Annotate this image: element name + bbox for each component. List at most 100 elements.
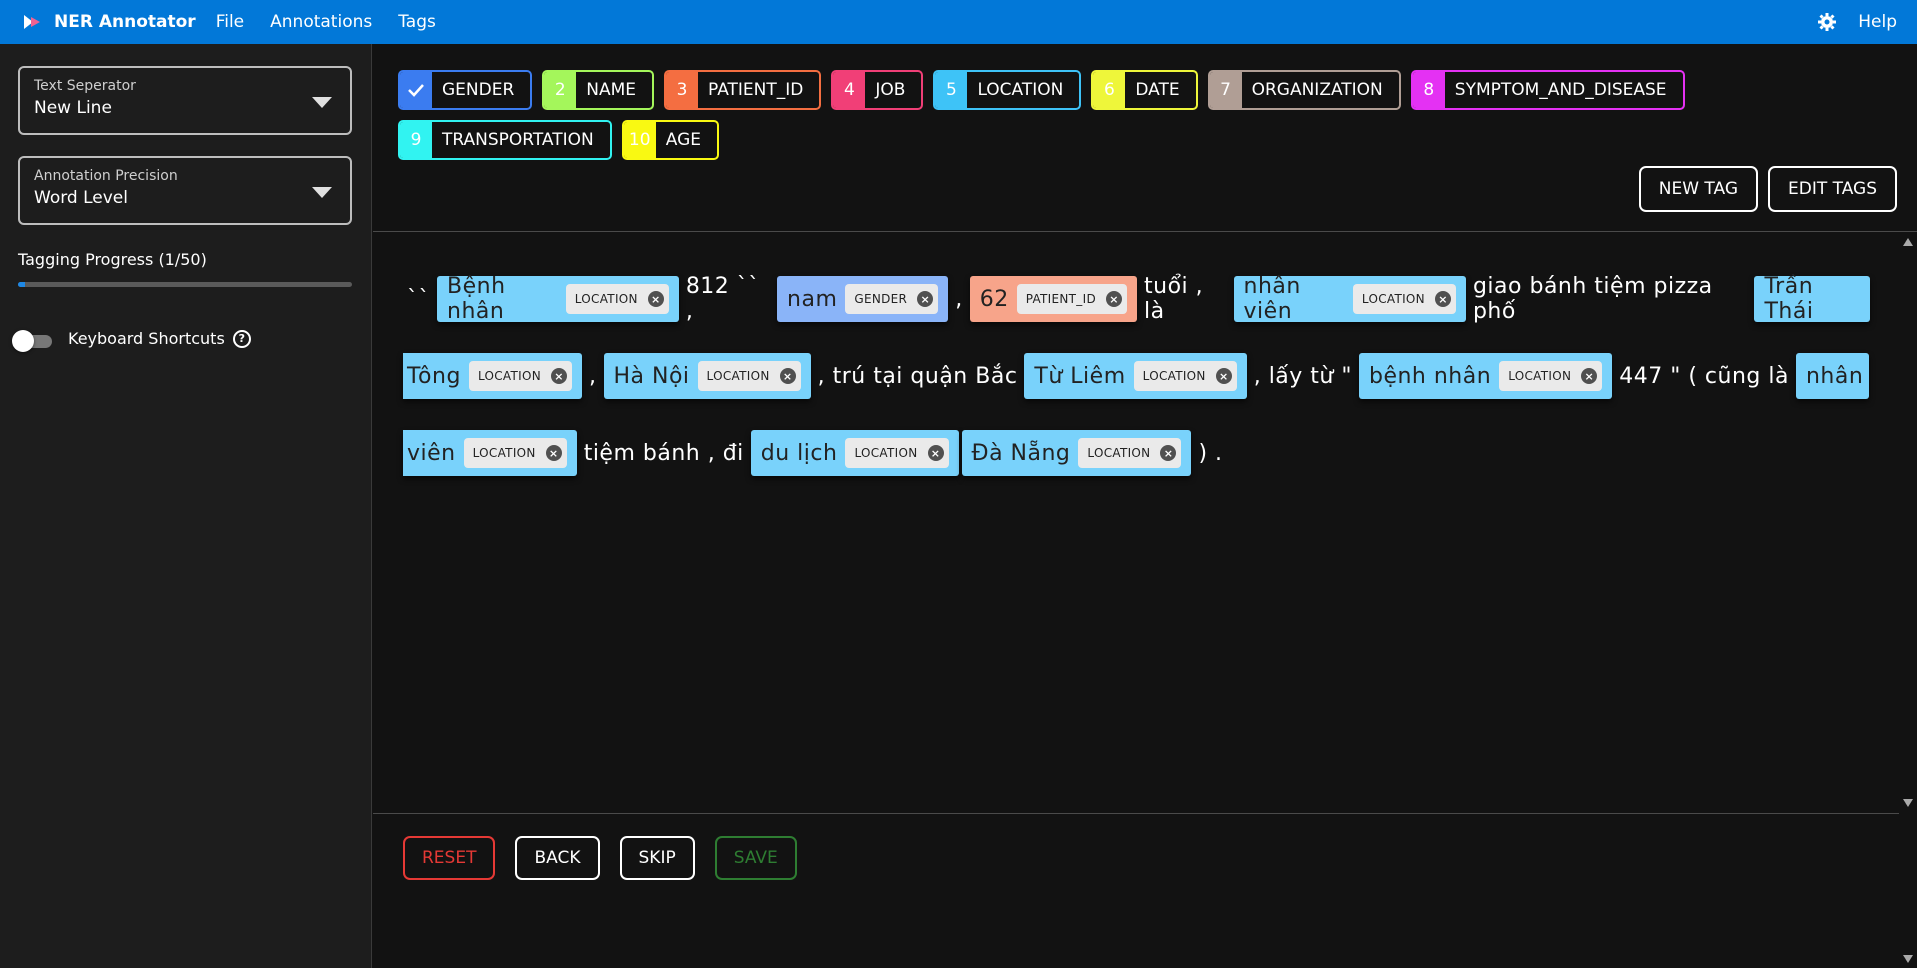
- tag-number: 7: [1209, 72, 1242, 108]
- tag-patient-id[interactable]: 3 PATIENT_ID: [664, 70, 822, 110]
- entity-tag-chip: GENDER ×: [845, 284, 939, 314]
- entity-text: nam: [787, 286, 838, 312]
- tag-location[interactable]: 5 LOCATION: [933, 70, 1082, 110]
- remove-entity-icon[interactable]: ×: [1581, 368, 1598, 384]
- theme-gear-icon[interactable]: [1816, 11, 1838, 33]
- text-separator-select[interactable]: Text Seperator New Line: [18, 66, 352, 135]
- save-button[interactable]: SAVE: [714, 836, 797, 880]
- tag-number: 8: [1412, 72, 1445, 108]
- remove-entity-icon[interactable]: ×: [927, 445, 944, 461]
- remove-entity-icon[interactable]: ×: [917, 291, 934, 307]
- tag-number: 4: [833, 72, 866, 108]
- remove-entity-icon[interactable]: ×: [1106, 291, 1122, 307]
- entity-text: bệnh nhân: [1368, 363, 1492, 389]
- entity-tag-label: LOCATION: [1087, 446, 1151, 460]
- entity-span[interactable]: bệnh nhân LOCATION ×: [1358, 353, 1613, 399]
- tag-symptom-and-disease[interactable]: 8 SYMPTOM_AND_DISEASE: [1410, 70, 1685, 110]
- remove-entity-icon[interactable]: ×: [647, 291, 664, 307]
- entity-span[interactable]: Tông LOCATION ×: [403, 353, 582, 399]
- tag-label: TRANSPORTATION: [442, 130, 594, 150]
- entity-text: Trần Thái: [1764, 274, 1814, 324]
- entity-tag-label: PATIENT_ID: [1025, 292, 1096, 306]
- tag-transportation[interactable]: 9 TRANSPORTATION: [398, 120, 612, 160]
- entity-tag-label: GENDER: [854, 292, 908, 306]
- remove-entity-icon[interactable]: ×: [1215, 368, 1232, 384]
- remove-entity-icon[interactable]: ×: [1434, 291, 1451, 307]
- help-question-icon[interactable]: ?: [232, 329, 251, 348]
- entity-span[interactable]: Từ Liêm LOCATION ×: [1024, 353, 1247, 399]
- text-separator-value: New Line: [34, 98, 112, 118]
- entity-span[interactable]: nhân viên LOCATION ×: [1233, 274, 1466, 324]
- scroll-up-icon[interactable]: [1903, 238, 1913, 246]
- tagging-progress-bar: [18, 282, 352, 287]
- remove-entity-icon[interactable]: ×: [545, 445, 562, 461]
- text-token[interactable]: giao bánh tiệm pizza phố: [1473, 274, 1748, 324]
- tag-label: ORGANIZATION: [1251, 80, 1383, 100]
- entity-span[interactable]: 62 PATIENT_ID ×: [969, 276, 1137, 322]
- menu-file[interactable]: File: [216, 12, 244, 32]
- text-line: `` Bệnh nhân LOCATION × 812 `` , nam GEND…: [403, 274, 1873, 324]
- menu-annotations[interactable]: Annotations: [270, 12, 372, 32]
- remove-entity-icon[interactable]: ×: [1160, 445, 1177, 461]
- edit-tags-button[interactable]: EDIT TAGS: [1768, 166, 1897, 212]
- entity-span[interactable]: nam GENDER ×: [777, 276, 949, 322]
- entity-tag-chip: LOCATION ×: [697, 361, 801, 391]
- check-icon: [400, 72, 432, 108]
- annotation-precision-select[interactable]: Annotation Precision Word Level: [18, 156, 352, 225]
- entity-span[interactable]: viên LOCATION ×: [403, 430, 577, 476]
- text-token[interactable]: 812 `` ,: [686, 274, 770, 324]
- text-token[interactable]: ) .: [1198, 441, 1222, 466]
- keyboard-shortcuts-label: Keyboard Shortcuts: [68, 329, 225, 348]
- text-area-scrollbar[interactable]: [1899, 233, 1917, 814]
- tag-number: 2: [544, 72, 577, 108]
- keyboard-shortcuts-row: Keyboard Shortcuts ?: [68, 329, 251, 348]
- text-token[interactable]: tiệm bánh , đi: [584, 441, 744, 466]
- remove-entity-icon[interactable]: ×: [551, 368, 567, 384]
- tag-label: SYMPTOM_AND_DISEASE: [1454, 80, 1667, 100]
- new-tag-button[interactable]: NEW TAG: [1638, 166, 1758, 212]
- annotation-precision-value: Word Level: [34, 188, 128, 208]
- text-token[interactable]: ,: [589, 364, 597, 389]
- entity-span[interactable]: Đà Nẵng LOCATION ×: [961, 430, 1192, 476]
- text-token[interactable]: , lấy từ ": [1254, 364, 1352, 389]
- text-line: viên LOCATION × tiệm bánh , đi du lịch LO…: [403, 430, 1873, 476]
- menu-tags[interactable]: Tags: [398, 12, 436, 32]
- skip-button[interactable]: SKIP: [619, 836, 695, 880]
- entity-span[interactable]: nhân: [1795, 353, 1870, 399]
- entity-text: nhân: [1805, 363, 1864, 389]
- tag-name[interactable]: 2 NAME: [542, 70, 655, 110]
- tag-date[interactable]: 6 DATE: [1091, 70, 1198, 110]
- entity-text: Đà Nẵng: [971, 440, 1071, 466]
- entity-tag-label: LOCATION: [472, 446, 536, 460]
- tag-organization[interactable]: 7 ORGANIZATION: [1207, 70, 1401, 110]
- page-scrollbar[interactable]: [1899, 815, 1917, 968]
- tag-gender[interactable]: GENDER: [398, 70, 533, 110]
- tag-job[interactable]: 4 JOB: [831, 70, 924, 110]
- entity-text: Từ Liêm: [1034, 363, 1126, 389]
- entity-tag-label: LOCATION: [706, 369, 770, 383]
- tag-number: 6: [1093, 72, 1126, 108]
- sidebar: Text Seperator New Line Annotation Preci…: [0, 44, 372, 968]
- app-logo-icon: [20, 10, 44, 34]
- entity-span[interactable]: du lịch LOCATION ×: [750, 430, 959, 476]
- scroll-down-icon[interactable]: [1903, 955, 1913, 963]
- entity-span[interactable]: Bệnh nhân LOCATION ×: [437, 274, 679, 324]
- text-token[interactable]: ``: [407, 287, 430, 312]
- entity-text: du lịch: [760, 440, 838, 466]
- text-token[interactable]: ,: [955, 287, 963, 312]
- entity-span[interactable]: Trần Thái: [1754, 274, 1870, 324]
- text-token[interactable]: 447 " ( cũng là: [1619, 364, 1789, 389]
- text-token[interactable]: tuổi , là: [1144, 274, 1227, 324]
- scroll-down-icon[interactable]: [1903, 799, 1913, 807]
- chevron-down-icon: [312, 187, 332, 198]
- back-button[interactable]: BACK: [515, 836, 600, 880]
- text-separator-label: Text Seperator: [34, 78, 136, 94]
- reset-button[interactable]: RESET: [403, 836, 496, 880]
- tag-age[interactable]: 10 AGE: [621, 120, 719, 160]
- text-token[interactable]: , trú tại quận Bắc: [818, 364, 1018, 389]
- entity-tag-label: LOCATION: [574, 292, 638, 306]
- keyboard-shortcuts-toggle[interactable]: [12, 330, 54, 352]
- entity-span[interactable]: Hà Nội LOCATION ×: [603, 353, 811, 399]
- help-link[interactable]: Help: [1858, 12, 1897, 32]
- remove-entity-icon[interactable]: ×: [779, 368, 796, 384]
